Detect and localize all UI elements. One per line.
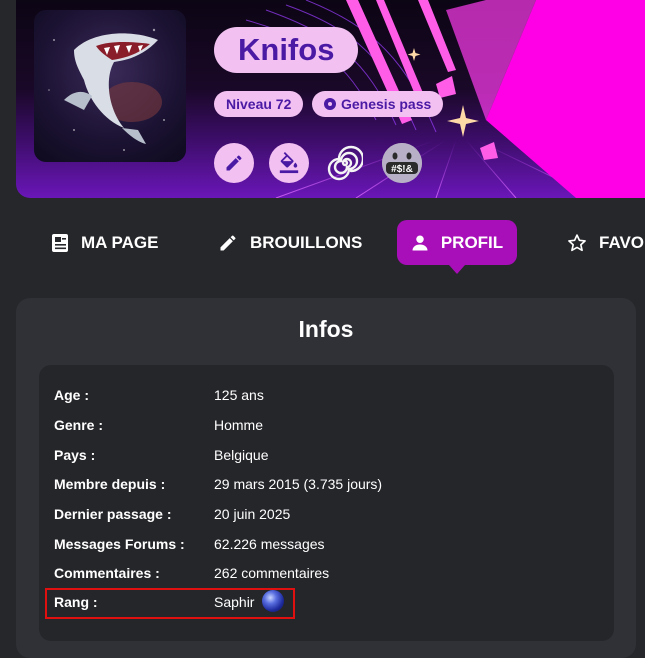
shark-avatar-icon bbox=[48, 28, 165, 151]
info-value: 125 ans bbox=[214, 387, 264, 403]
info-key: Commentaires : bbox=[54, 565, 160, 581]
customize-colors-button[interactable] bbox=[269, 143, 309, 183]
info-row-dernier-passage: Dernier passage : 20 juin 2025 bbox=[54, 506, 594, 526]
tab-brouillons[interactable]: BROUILLONS bbox=[218, 220, 362, 265]
info-row-messages-forums: Messages Forums : 62.226 messages bbox=[54, 536, 594, 556]
tab-profil[interactable]: PROFIL bbox=[397, 220, 517, 274]
paint-bucket-icon bbox=[279, 152, 299, 174]
info-row-commentaires: Commentaires : 262 commentaires bbox=[54, 565, 594, 585]
tab-label: FAVORIS bbox=[599, 232, 645, 252]
profile-banner: Knifos Niveau 72 Genesis pass #$!& bbox=[16, 0, 645, 198]
pencil-icon bbox=[220, 234, 236, 250]
info-value: 262 commentaires bbox=[214, 565, 330, 581]
tab-label: PROFIL bbox=[440, 232, 504, 252]
edit-profile-button[interactable] bbox=[214, 143, 254, 183]
info-key: Age : bbox=[54, 387, 89, 403]
user-avatar[interactable] bbox=[34, 10, 186, 162]
page-icon bbox=[52, 233, 68, 252]
spiral-icon bbox=[327, 145, 363, 181]
info-value: Belgique bbox=[214, 447, 269, 463]
info-value: 29 mars 2015 (3.735 jours) bbox=[214, 476, 383, 492]
info-row-age: Age : 125 ans bbox=[54, 387, 594, 407]
info-key: Genre : bbox=[54, 417, 104, 433]
info-value: 20 juin 2025 bbox=[214, 506, 291, 522]
genesis-pass-label: Genesis pass bbox=[341, 96, 432, 112]
pencil-icon bbox=[226, 155, 242, 171]
cursing-text: #$!& bbox=[391, 164, 413, 175]
info-row-pays: Pays : Belgique bbox=[54, 447, 594, 467]
info-key: Membre depuis : bbox=[54, 476, 166, 492]
genesis-pass-badge[interactable]: Genesis pass bbox=[312, 91, 444, 117]
level-label: Niveau 72 bbox=[226, 96, 292, 112]
username-badge: Knifos bbox=[214, 27, 359, 73]
rang-highlight-box bbox=[45, 588, 295, 619]
profile-tabs: MA PAGE BROUILLONS PROFIL FAVORIS bbox=[0, 220, 645, 274]
tab-label: MA PAGE bbox=[81, 232, 159, 252]
info-row-genre: Genre : Homme bbox=[54, 417, 594, 437]
tab-favoris[interactable]: FAVORIS bbox=[567, 220, 645, 265]
badge-icon bbox=[324, 98, 336, 110]
tab-label: BROUILLONS bbox=[250, 232, 363, 252]
info-key: Messages Forums : bbox=[54, 536, 185, 552]
info-value: 62.226 messages bbox=[214, 536, 325, 552]
cursing-face-button[interactable]: #$!& bbox=[382, 143, 422, 183]
user-icon bbox=[412, 235, 428, 250]
info-row-membre-depuis: Membre depuis : 29 mars 2015 (3.735 jour… bbox=[54, 476, 594, 496]
info-key: Pays : bbox=[54, 447, 96, 463]
tab-ma-page[interactable]: MA PAGE bbox=[51, 220, 158, 265]
level-badge: Niveau 72 bbox=[214, 91, 304, 117]
star-icon bbox=[568, 233, 586, 251]
info-value: Homme bbox=[214, 417, 264, 433]
spiral-badge-button[interactable] bbox=[325, 143, 365, 183]
info-title: Infos bbox=[298, 316, 354, 342]
info-key: Dernier passage : bbox=[54, 506, 172, 522]
cursing-face-icon: #$!& bbox=[382, 143, 422, 183]
